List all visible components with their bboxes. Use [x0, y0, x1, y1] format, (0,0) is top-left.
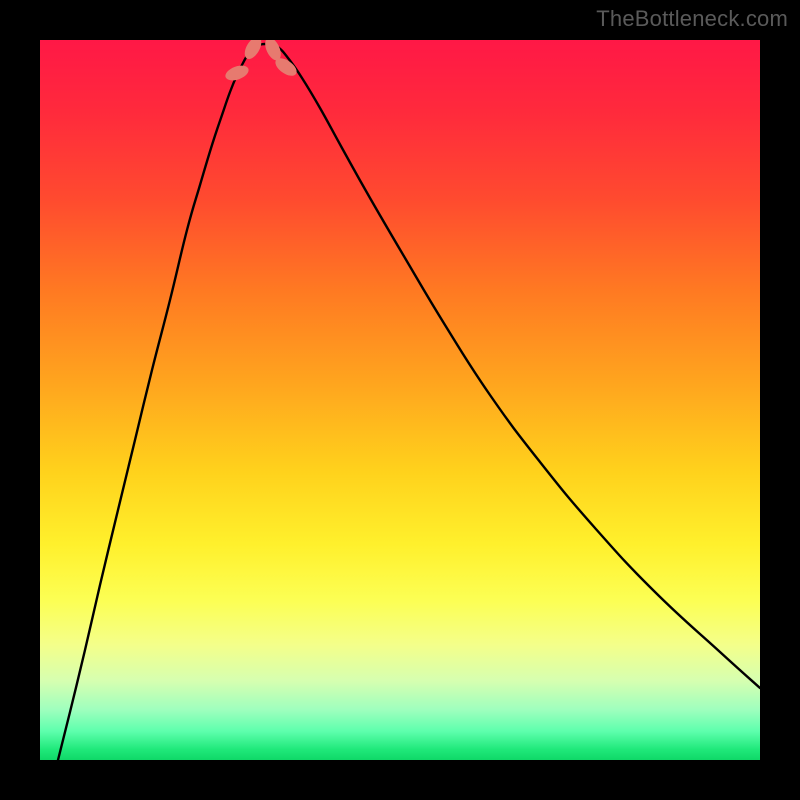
plot-area: [40, 40, 760, 760]
bottleneck-curve: [58, 44, 760, 760]
pill-outer-left: [223, 63, 250, 83]
outer-frame: TheBottleneck.com: [0, 0, 800, 800]
watermark-text: TheBottleneck.com: [596, 6, 788, 32]
valley-markers: [223, 40, 299, 83]
curve-layer: [40, 40, 760, 760]
